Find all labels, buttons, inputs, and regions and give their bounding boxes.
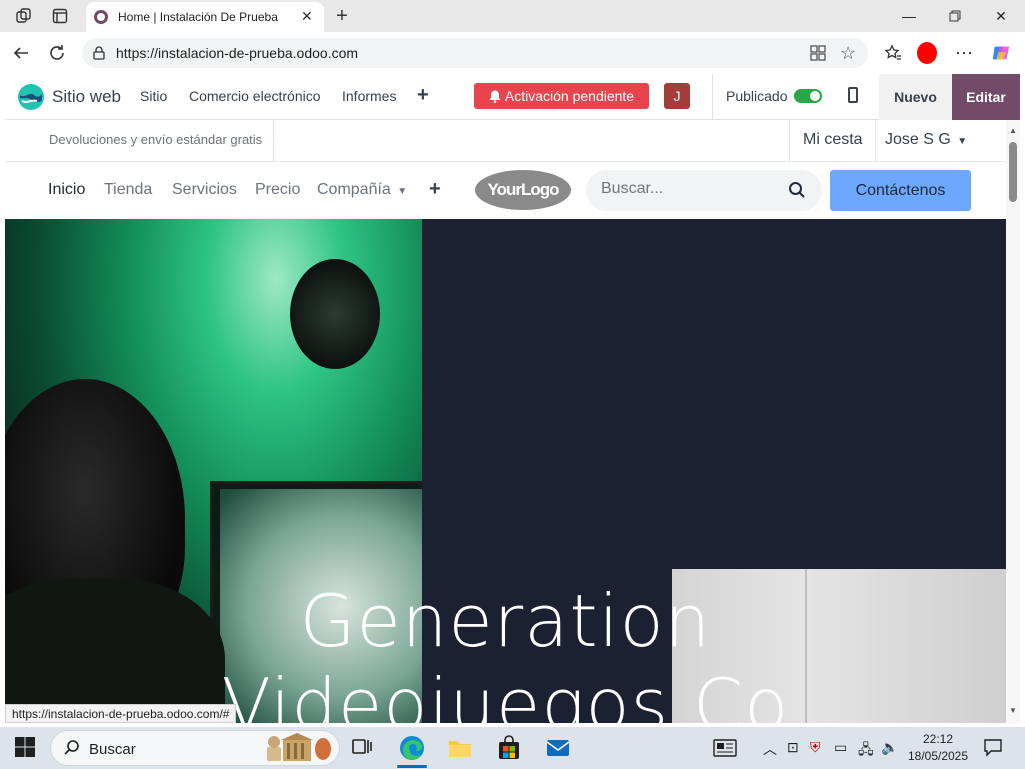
website-app-icon[interactable] bbox=[17, 83, 45, 111]
nav-precio[interactable]: Precio bbox=[255, 181, 300, 199]
add-page-icon[interactable]: + bbox=[429, 178, 441, 201]
clock-date: 18/05/2025 bbox=[907, 749, 969, 763]
url-text: https://instalacion-de-prueba.odoo.com bbox=[116, 45, 359, 61]
favorites-icon[interactable] bbox=[883, 43, 903, 63]
windows-taskbar: Buscar ︿ ⊡ ⛨ ▭ 🖧 🔈 22:12 18/05/2025 bbox=[0, 727, 1025, 769]
more-options-icon[interactable]: ⋯ bbox=[954, 43, 974, 63]
tab-close-icon[interactable]: ✕ bbox=[301, 8, 313, 25]
system-clock[interactable]: 22:12 18/05/2025 bbox=[903, 731, 973, 765]
nav-inicio[interactable]: Inicio bbox=[48, 181, 85, 199]
clock-time: 22:12 bbox=[922, 732, 954, 746]
tab-actions-icon[interactable] bbox=[50, 6, 70, 26]
status-url: https://instalacion-de-prueba.odoo.com/# bbox=[5, 704, 237, 723]
bell-icon bbox=[489, 90, 501, 103]
taskbar-search[interactable]: Buscar bbox=[50, 730, 340, 766]
activation-label: Activación pendiente bbox=[504, 88, 635, 104]
menu-comercio-electronico[interactable]: Comercio electrónico bbox=[189, 88, 321, 104]
address-bar-row: https://instalacion-de-prueba.odoo.com ☆… bbox=[0, 32, 1025, 74]
url-field[interactable]: https://instalacion-de-prueba.odoo.com ☆ bbox=[82, 38, 868, 68]
user-avatar[interactable]: J bbox=[664, 83, 690, 109]
published-label: Publicado bbox=[726, 88, 788, 104]
hero-title-line1: Generation bbox=[299, 579, 712, 663]
divider bbox=[789, 120, 790, 162]
mail-icon[interactable] bbox=[545, 735, 571, 761]
activation-pending-button[interactable]: Activación pendiente bbox=[474, 83, 649, 109]
scroll-down-icon[interactable]: ▼ bbox=[1009, 706, 1017, 715]
divider bbox=[273, 120, 274, 162]
scrollbar-thumb[interactable] bbox=[1009, 142, 1017, 202]
edge-browser-icon[interactable] bbox=[399, 735, 425, 761]
hero-title: Generation Videojuegos Co bbox=[5, 579, 1006, 723]
hero-section: Generation Videojuegos Co bbox=[5, 219, 1006, 723]
favorite-star-icon[interactable]: ☆ bbox=[840, 43, 856, 64]
close-window-icon[interactable]: ✕ bbox=[978, 4, 1024, 28]
minimize-icon[interactable]: — bbox=[886, 4, 932, 28]
file-explorer-icon[interactable] bbox=[447, 735, 473, 761]
search-highlight-icon bbox=[261, 733, 337, 763]
logo-text: YourLogo bbox=[487, 180, 560, 199]
edit-button[interactable]: Editar bbox=[952, 74, 1020, 120]
active-app-indicator bbox=[397, 765, 427, 768]
windows-start-icon[interactable] bbox=[13, 735, 39, 761]
site-navbar: Inicio Tienda Servicios Precio Compañía … bbox=[5, 162, 1006, 219]
odoo-favicon-icon bbox=[94, 10, 108, 24]
odoo-admin-bar: Sitio web Sitio Comercio electrónico Inf… bbox=[5, 74, 1020, 120]
profile-icon[interactable] bbox=[917, 42, 937, 64]
site-top-header: Devoluciones y envío estándar gratis Mi … bbox=[5, 120, 1006, 162]
search-box[interactable] bbox=[586, 170, 822, 211]
caret-down-icon: ▼ bbox=[397, 186, 408, 197]
page-scrollbar[interactable]: ▲ ▼ bbox=[1006, 120, 1020, 723]
tab-title: Home | Instalación De Prueba bbox=[118, 10, 278, 24]
microsoft-store-icon[interactable] bbox=[496, 735, 522, 761]
site-info-icon[interactable] bbox=[92, 46, 106, 65]
scroll-up-icon[interactable]: ▲ bbox=[1009, 126, 1017, 135]
divider bbox=[712, 74, 713, 120]
nav-servicios[interactable]: Servicios bbox=[172, 181, 237, 199]
browser-tab-bar: Home | Instalación De Prueba ✕ + — ✕ bbox=[0, 0, 1025, 32]
refresh-icon[interactable] bbox=[47, 43, 67, 63]
taskbar-search-label: Buscar bbox=[89, 741, 136, 758]
caret-down-icon: ▼ bbox=[957, 136, 968, 147]
add-menu-icon[interactable]: + bbox=[417, 84, 429, 107]
show-hidden-icons-icon[interactable]: ︿ bbox=[763, 739, 777, 759]
nav-compania[interactable]: Compañía ▼ bbox=[317, 181, 407, 199]
promo-text: Devoluciones y envío estándar gratis bbox=[49, 132, 263, 147]
search-icon[interactable] bbox=[788, 181, 806, 204]
browser-tab-active[interactable]: Home | Instalación De Prueba ✕ bbox=[86, 2, 324, 32]
app-name[interactable]: Sitio web bbox=[52, 87, 121, 107]
site-logo[interactable]: YourLogo bbox=[475, 170, 571, 210]
network-icon[interactable]: 🖧 bbox=[858, 739, 874, 763]
notifications-icon[interactable] bbox=[983, 737, 1003, 760]
back-icon[interactable] bbox=[11, 43, 31, 63]
workspaces-icon[interactable] bbox=[14, 6, 34, 26]
search-icon bbox=[63, 739, 81, 762]
nav-tienda[interactable]: Tienda bbox=[104, 181, 152, 199]
cart-link[interactable]: Mi cesta bbox=[803, 131, 863, 149]
new-tab-icon[interactable]: + bbox=[332, 5, 352, 27]
user-name: Jose S G bbox=[885, 131, 951, 148]
user-menu[interactable]: Jose S G ▼ bbox=[885, 131, 967, 149]
menu-informes[interactable]: Informes bbox=[342, 88, 396, 104]
copilot-icon[interactable] bbox=[991, 43, 1011, 63]
task-view-icon[interactable] bbox=[350, 735, 376, 761]
contact-button[interactable]: Contáctenos bbox=[830, 170, 971, 211]
search-input[interactable] bbox=[601, 180, 781, 198]
mobile-preview-icon[interactable] bbox=[848, 87, 858, 103]
menu-sitio[interactable]: Sitio bbox=[140, 88, 167, 104]
meet-now-icon[interactable]: ⊡ bbox=[787, 739, 799, 756]
news-widget-icon[interactable] bbox=[713, 739, 737, 760]
new-button[interactable]: Nuevo bbox=[879, 74, 952, 120]
security-alert-icon[interactable]: ⛨ bbox=[810, 739, 821, 756]
app-available-icon[interactable] bbox=[810, 45, 826, 66]
nav-compania-label: Compañía bbox=[317, 181, 391, 198]
published-toggle[interactable] bbox=[794, 89, 822, 103]
battery-icon[interactable]: ▭ bbox=[834, 739, 847, 756]
divider bbox=[875, 120, 876, 162]
restore-icon[interactable] bbox=[932, 4, 978, 28]
volume-icon[interactable]: 🔈 bbox=[881, 739, 898, 756]
